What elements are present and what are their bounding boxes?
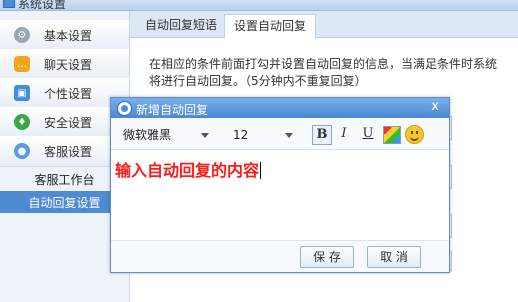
- personalize-icon: ▣: [14, 85, 30, 101]
- app-logo-icon: [117, 101, 132, 116]
- format-toolbar: 微软雅黑 12 B I U: [115, 122, 445, 148]
- new-auto-reply-dialog: 新增自动回复 x 微软雅黑 12 B I U 输入自动回复的内容 保 存 取 消: [110, 97, 450, 273]
- save-button[interactable]: 保 存: [300, 246, 354, 268]
- emoji-eye: [416, 131, 418, 134]
- sidebar-item-label: 个性设置: [44, 86, 93, 101]
- editor-content-wrapper: 输入自动回复的内容: [115, 157, 262, 181]
- font-family-value: 微软雅黑: [123, 128, 172, 142]
- shield-icon: ♦: [14, 114, 30, 130]
- sidebar-item-label: 基本设置: [44, 28, 93, 43]
- dialog-titlebar[interactable]: 新增自动回复 x: [111, 98, 449, 118]
- description-text: 在相应的条件前面打勾并设置自动回复的信息，当满足条件时系统将进行自动回复。（5分…: [149, 57, 498, 88]
- sidebar-subitem-label: 自动回复设置: [28, 195, 101, 210]
- sidebar-item-label: 聊天设置: [44, 57, 93, 72]
- tab-bar: 自动回复短语 设置自动回复: [130, 11, 518, 39]
- window-title: 系统设置: [18, 0, 67, 11]
- emoji-mouth: [410, 135, 419, 141]
- font-size-value: 12: [233, 128, 249, 142]
- sidebar-item-label: 安全设置: [44, 115, 93, 130]
- emoji-eye: [411, 131, 413, 134]
- dialog-title: 新增自动回复: [136, 103, 209, 117]
- editor-content: 输入自动回复的内容: [115, 161, 260, 180]
- sidebar-subitem-label: 客服工作台: [34, 172, 95, 187]
- cancel-button[interactable]: 取 消: [367, 246, 421, 268]
- window-titlebar: 系统设置: [0, 0, 518, 11]
- font-size-select[interactable]: 12: [229, 125, 299, 145]
- customer-service-icon: ●: [14, 143, 30, 159]
- chevron-down-icon: [285, 133, 293, 138]
- chevron-down-icon: [201, 133, 209, 138]
- gear-icon: ⚙: [14, 27, 30, 43]
- italic-button[interactable]: I: [335, 125, 353, 143]
- sidebar-item-label: 客服设置: [44, 144, 93, 159]
- tab-set-auto-reply[interactable]: 设置自动回复: [224, 14, 317, 39]
- close-icon[interactable]: x: [431, 99, 439, 114]
- text-color-icon[interactable]: [383, 126, 401, 144]
- underline-button[interactable]: U: [359, 125, 377, 143]
- font-family-select[interactable]: 微软雅黑: [119, 125, 215, 145]
- tab-auto-reply-phrases[interactable]: 自动回复短语: [136, 14, 226, 37]
- text-caret: [260, 162, 262, 179]
- sidebar-item-basic[interactable]: ⚙ 基本设置: [0, 20, 129, 51]
- app-icon: [3, 0, 15, 8]
- bold-button[interactable]: B: [312, 125, 332, 145]
- chat-bubble-icon: …: [14, 56, 30, 72]
- sidebar-item-chat[interactable]: … 聊天设置: [0, 49, 129, 80]
- emoji-icon[interactable]: [405, 125, 424, 144]
- reply-editor[interactable]: 输入自动回复的内容: [111, 149, 449, 241]
